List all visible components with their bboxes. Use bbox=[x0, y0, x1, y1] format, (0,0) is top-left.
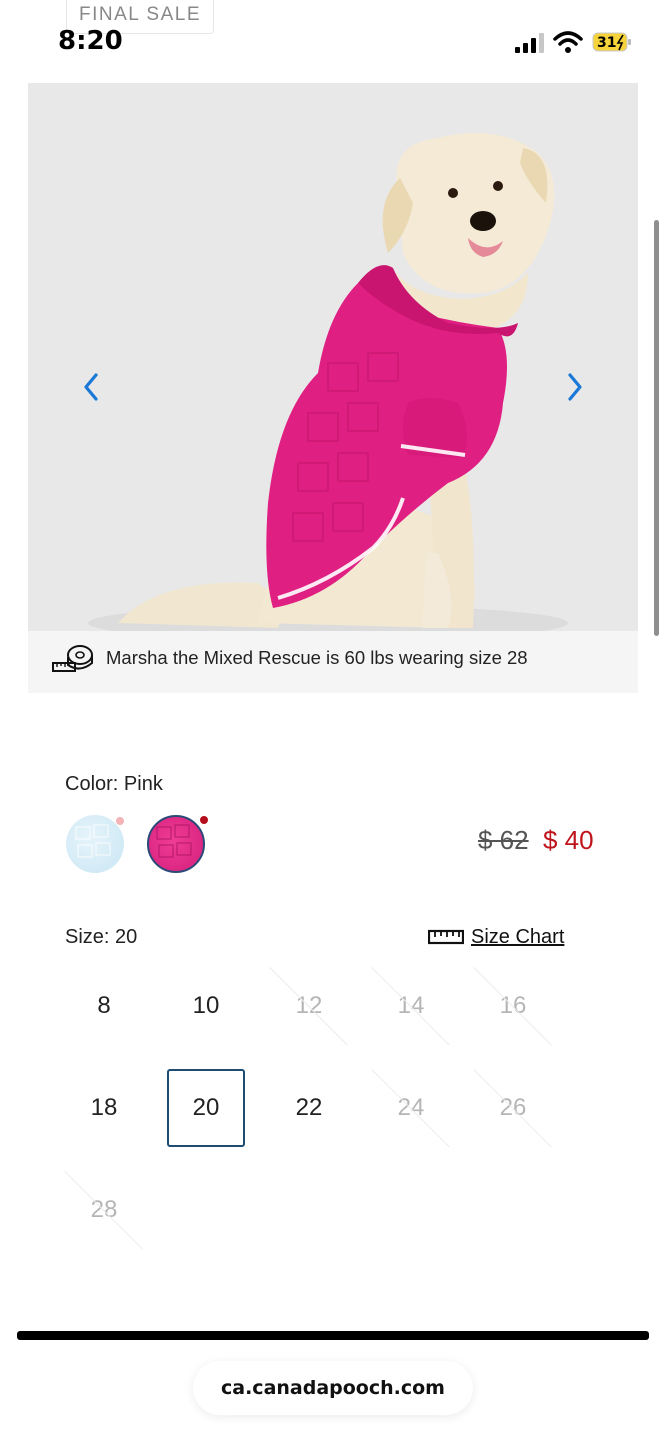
size-option-20-selected[interactable]: 20 bbox=[167, 1069, 245, 1147]
size-option-24-unavailable: 24 bbox=[372, 1069, 450, 1147]
swatch-indicator-dot bbox=[116, 817, 124, 825]
wifi-icon bbox=[553, 31, 583, 53]
size-option-14-unavailable: 14 bbox=[372, 967, 450, 1045]
cellular-signal-icon bbox=[515, 33, 544, 53]
sale-price: $ 40 bbox=[543, 825, 594, 855]
size-option-16-unavailable: 16 bbox=[474, 967, 552, 1045]
status-time: 8:20 bbox=[58, 26, 123, 56]
size-option-8[interactable]: 8 bbox=[65, 967, 143, 1045]
scrollbar[interactable] bbox=[654, 220, 659, 636]
final-sale-label: FINAL SALE bbox=[79, 4, 202, 25]
browser-address-bar[interactable]: ca.canadapooch.com bbox=[193, 1361, 473, 1415]
size-option-18[interactable]: 18 bbox=[65, 1069, 143, 1147]
bottom-divider bbox=[17, 1331, 649, 1340]
battery-level: 31 bbox=[597, 35, 616, 51]
color-label: Color: Pink bbox=[65, 773, 163, 795]
measuring-tape-icon bbox=[52, 645, 93, 672]
color-swatch-pink[interactable] bbox=[147, 815, 205, 873]
ruler-icon[interactable] bbox=[428, 928, 464, 946]
size-label: Size: 20 bbox=[65, 926, 138, 948]
battery-icon: 31 bbox=[592, 32, 631, 52]
swatch-selected-dot bbox=[200, 816, 208, 824]
fabric-texture-icon bbox=[75, 824, 111, 858]
product-image-gallery[interactable] bbox=[28, 83, 638, 631]
size-option-10[interactable]: 10 bbox=[167, 967, 245, 1045]
original-price: $ 62 bbox=[478, 825, 529, 855]
chevron-right-icon[interactable] bbox=[560, 370, 588, 404]
model-caption: Marsha the Mixed Rescue is 60 lbs wearin… bbox=[106, 647, 528, 668]
size-option-28-unavailable: 28 bbox=[65, 1171, 143, 1249]
product-photo-dog-in-pink-hoodie bbox=[28, 83, 638, 631]
size-chart-link[interactable]: Size Chart bbox=[471, 926, 564, 949]
size-option-26-unavailable: 26 bbox=[474, 1069, 552, 1147]
fabric-texture-icon bbox=[156, 824, 192, 858]
size-option-12-unavailable: 12 bbox=[270, 967, 348, 1045]
color-swatch-light-blue[interactable] bbox=[66, 815, 124, 873]
size-option-22[interactable]: 22 bbox=[270, 1069, 348, 1147]
chevron-left-icon[interactable] bbox=[78, 370, 106, 404]
